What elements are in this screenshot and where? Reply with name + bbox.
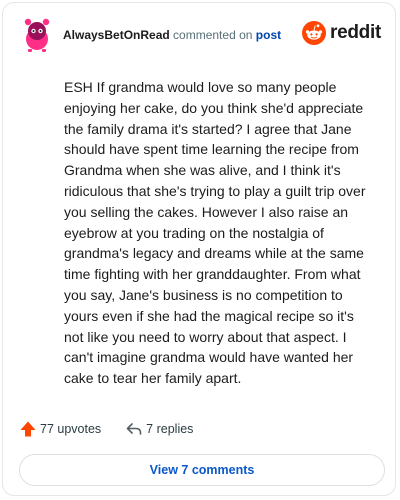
reddit-brand[interactable]: reddit bbox=[302, 20, 381, 46]
reply-arrow-icon bbox=[126, 423, 142, 435]
replies-count: 7 replies bbox=[146, 422, 194, 436]
reddit-logo-icon bbox=[302, 21, 327, 45]
comment-header: AlwaysBetOnRead commented on post reddit bbox=[19, 17, 381, 57]
replies-button[interactable]: 7 replies bbox=[125, 420, 193, 438]
snoo-avatar-icon[interactable] bbox=[19, 17, 55, 53]
comment-actions: 77 upvotes 7 replies bbox=[19, 418, 193, 440]
username[interactable]: AlwaysBetOnRead bbox=[63, 28, 170, 42]
comment-meta: AlwaysBetOnRead commented on post bbox=[63, 28, 281, 42]
post-link[interactable]: post bbox=[256, 28, 281, 42]
comment-card: AlwaysBetOnRead commented on post reddit… bbox=[2, 2, 396, 496]
comment-body: ESH If grandma would love so many people… bbox=[64, 79, 366, 387]
action-text: commented on bbox=[173, 28, 253, 42]
reddit-wordmark: reddit bbox=[330, 22, 381, 43]
view-comments-button[interactable]: View 7 comments bbox=[19, 454, 385, 486]
upvote-arrow-icon bbox=[20, 421, 36, 437]
upvote-button[interactable]: 77 upvotes bbox=[19, 420, 101, 438]
upvotes-count: 77 upvotes bbox=[40, 422, 102, 436]
